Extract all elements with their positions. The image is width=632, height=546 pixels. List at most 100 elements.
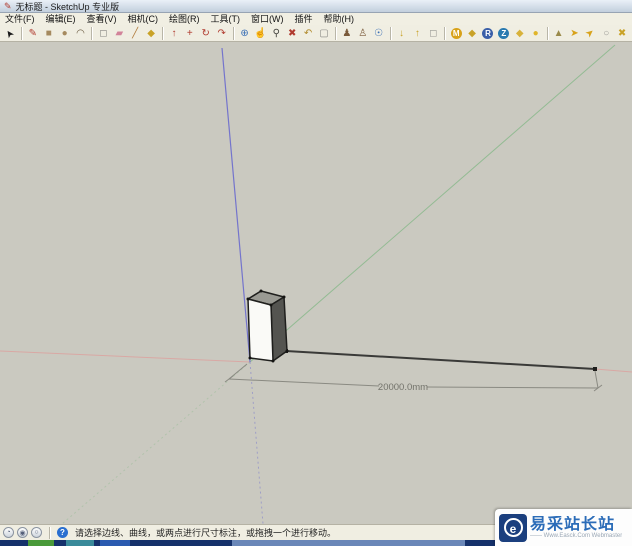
green-axis-dashed-line[interactable]	[62, 362, 250, 524]
menu-item-edit[interactable]: 编辑(E)	[46, 13, 76, 25]
status-circle-1[interactable]: ◔	[3, 527, 14, 538]
tape-measure-tool-icon: ╱	[132, 26, 138, 41]
close-x-button[interactable]: ✖	[614, 26, 630, 41]
taskbar-app-blob[interactable]	[100, 540, 130, 546]
select-tool-icon: ➤	[1, 25, 18, 40]
google-earth-button[interactable]: ☉	[371, 26, 387, 41]
taskbar-window-blob[interactable]	[232, 540, 465, 546]
ring-button[interactable]: ○	[598, 26, 614, 41]
taskbar-start-blob[interactable]	[28, 540, 54, 546]
dimension-extension-right	[595, 371, 598, 388]
tree-button[interactable]: ▲	[551, 26, 567, 41]
pointer1-button-icon: ➤	[570, 26, 578, 41]
next-view-button[interactable]: ▢	[316, 26, 332, 41]
plugin-badge-m[interactable]: M	[448, 26, 464, 41]
toolbar: ➤✎■●◠◻▰╱◆↑+↻↷⊕☝⚲✖↶▢♟♙☉↓↑◻M◆RZ◆●▲➤➤○✖	[0, 25, 632, 42]
status-circle-2[interactable]: ◉	[17, 527, 28, 538]
help-icon[interactable]: ?	[57, 527, 68, 538]
gold-tag2-button-icon: ◆	[516, 26, 524, 41]
green-axis-line[interactable]	[250, 45, 615, 362]
push-pull-tool[interactable]: ↑	[166, 26, 182, 41]
menu-item-draw[interactable]: 绘图(R)	[169, 13, 200, 25]
sketchup-logo-icon: ✎	[4, 2, 12, 11]
next-view-button-icon: ▢	[319, 26, 328, 41]
plugin-badge-r[interactable]: R	[480, 26, 496, 41]
orbit-tool[interactable]: ⊕	[237, 26, 253, 41]
position-camera-tool-icon: ♟	[342, 26, 351, 41]
gold-tag-button-icon: ◆	[468, 26, 476, 41]
push-pull-tool-icon: ↑	[171, 26, 176, 41]
watermark-title: 易采站长站	[530, 516, 622, 533]
zoom-extents-tool[interactable]: ✖	[284, 26, 300, 41]
toolbar-separator	[335, 27, 336, 40]
status-hint-text: 请选择边线、曲线，或两点进行尺寸标注，或拖拽一个进行移动。	[75, 526, 336, 539]
dimension-label: 20000.0mm	[378, 382, 428, 393]
toolbar-separator	[390, 27, 391, 40]
menu-item-plugins[interactable]: 插件	[295, 13, 313, 25]
plugin-badge-r-icon: R	[482, 28, 493, 39]
box-front-face[interactable]	[248, 299, 273, 361]
measured-edge[interactable]	[286, 351, 595, 369]
gold-tag2-button[interactable]: ◆	[512, 26, 528, 41]
model-scene: 20000.0mm	[0, 42, 632, 524]
blue-axis-dashed-line[interactable]	[250, 362, 263, 524]
rectangle-tool[interactable]: ■	[41, 26, 57, 41]
move-tool-icon: +	[187, 26, 193, 41]
red-axis-line-right[interactable]	[595, 369, 632, 372]
tree-button-icon: ▲	[554, 26, 564, 41]
circle-tool[interactable]: ●	[57, 26, 73, 41]
rotate-tool-icon: ↻	[202, 26, 210, 41]
get-models-button[interactable]: ↓	[394, 26, 410, 41]
red-axis-line-left[interactable]	[0, 351, 250, 362]
walk-tool[interactable]: ♙	[355, 26, 371, 41]
toolbar-separator	[91, 27, 92, 40]
plugin-badge-z[interactable]: Z	[496, 26, 512, 41]
rotate-tool[interactable]: ↻	[198, 26, 214, 41]
easck-logo-icon: e	[499, 514, 527, 542]
title-bar[interactable]: ✎ 无标题 - SketchUp 专业版	[0, 0, 632, 13]
position-camera-tool[interactable]: ♟	[339, 26, 355, 41]
menu-item-window[interactable]: 窗口(W)	[251, 13, 284, 25]
rectangle-tool-icon: ■	[46, 26, 52, 41]
watermark-subtitle: —— Www.Easck.Com Webmaster	[530, 533, 622, 540]
box-geometry[interactable]	[248, 291, 287, 361]
pan-tool[interactable]: ☝	[252, 26, 268, 41]
tape-measure-tool[interactable]: ╱	[127, 26, 143, 41]
paint-bucket-tool[interactable]: ◆	[143, 26, 159, 41]
eraser-tool-icon: ▰	[115, 26, 123, 41]
line-tool[interactable]: ✎	[25, 26, 41, 41]
component-box-button[interactable]: ◻	[425, 26, 441, 41]
blue-axis-line[interactable]	[222, 48, 250, 362]
share-model-button[interactable]: ↑	[409, 26, 425, 41]
move-tool[interactable]: +	[182, 26, 198, 41]
menu-item-camera[interactable]: 相机(C)	[128, 13, 159, 25]
arc-tool[interactable]: ◠	[73, 26, 89, 41]
pointer1-button[interactable]: ➤	[567, 26, 583, 41]
menu-item-help[interactable]: 帮助(H)	[324, 13, 355, 25]
dimension-line-right	[427, 387, 598, 388]
follow-me-tool[interactable]: ↷	[214, 26, 230, 41]
eraser-tool[interactable]: ▰	[111, 26, 127, 41]
circle-tool-icon: ●	[62, 26, 68, 41]
zoom-tool[interactable]: ⚲	[268, 26, 284, 41]
edge-endpoint-right[interactable]	[593, 367, 597, 371]
menu-item-file[interactable]: 文件(F)	[5, 13, 35, 25]
select-tool[interactable]: ➤	[2, 26, 18, 41]
toolbar-separator	[233, 27, 234, 40]
drawing-canvas[interactable]: 20000.0mm	[0, 42, 632, 524]
status-icons-slot: ◔◉○	[3, 527, 42, 538]
status-circle-3[interactable]: ○	[31, 527, 42, 538]
arc-tool-icon: ◠	[76, 26, 85, 41]
pointer2-button[interactable]: ➤	[582, 26, 598, 41]
easck-logo-letter: e	[504, 518, 523, 537]
menu-item-view[interactable]: 查看(V)	[87, 13, 117, 25]
walk-tool-icon: ♙	[358, 26, 367, 41]
taskbar-app-blob[interactable]	[66, 540, 94, 546]
plugin-badge-z-icon: Z	[498, 28, 509, 39]
menu-item-tools[interactable]: 工具(T)	[211, 13, 241, 25]
make-component-tool[interactable]: ◻	[95, 26, 111, 41]
sphere-button[interactable]: ●	[528, 26, 544, 41]
gold-tag-button[interactable]: ◆	[464, 26, 480, 41]
previous-view-button[interactable]: ↶	[300, 26, 316, 41]
pointer2-button-icon: ➤	[582, 25, 598, 42]
